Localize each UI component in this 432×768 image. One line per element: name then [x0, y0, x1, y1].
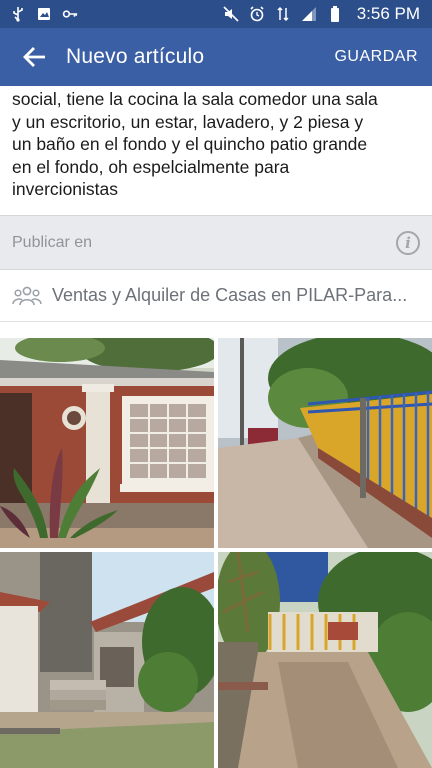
arrow-left-icon[interactable] — [16, 39, 52, 75]
photo-street-fence[interactable] — [218, 338, 432, 548]
app-bar: Nuevo artículo GUARDAR — [0, 28, 432, 86]
post-text-line: y un escritorio, un estar, lavadero, y 2… — [12, 111, 364, 132]
photo-backyard-wall[interactable] — [0, 552, 214, 768]
post-text-line: un baño en el fondo y el quincho patio g… — [12, 134, 368, 155]
post-text-input[interactable]: social, tiene la cocina la sala comedor … — [0, 86, 432, 214]
mute-icon — [223, 6, 239, 22]
save-button[interactable]: GUARDAR — [334, 48, 418, 66]
status-bar: 3:56 PM — [0, 0, 432, 28]
group-name: Ventas y Alquiler de Casas en PILAR-Para… — [52, 285, 408, 305]
status-right-icons: 3:56 PM — [223, 4, 420, 24]
alarm-icon — [249, 6, 265, 22]
key-icon — [62, 6, 78, 22]
group-icon — [12, 286, 42, 306]
publish-label: Publicar en — [12, 233, 93, 251]
group-selector[interactable]: Ventas y Alquiler de Casas en PILAR-Para… — [0, 270, 432, 322]
usb-icon — [10, 6, 26, 22]
photo-house-front[interactable] — [0, 338, 214, 548]
photo-grid — [0, 338, 432, 768]
info-icon[interactable]: i — [396, 230, 420, 255]
page-title: Nuevo artículo — [66, 45, 205, 68]
post-text-line: en el fondo, oh espelcialmente para — [12, 156, 290, 177]
network-icon — [275, 6, 291, 22]
post-text-line: invercionistas — [12, 179, 119, 200]
photo-garden-path[interactable] — [218, 552, 432, 768]
publish-header: Publicar en i — [0, 215, 432, 270]
signal-icon — [301, 6, 317, 22]
gallery-icon — [36, 6, 52, 22]
post-text-line: social, tiene la cocina la sala comedor … — [12, 89, 378, 109]
status-left-icons — [10, 6, 78, 22]
clock-time: 3:56 PM — [356, 4, 420, 23]
battery-icon — [327, 6, 343, 22]
